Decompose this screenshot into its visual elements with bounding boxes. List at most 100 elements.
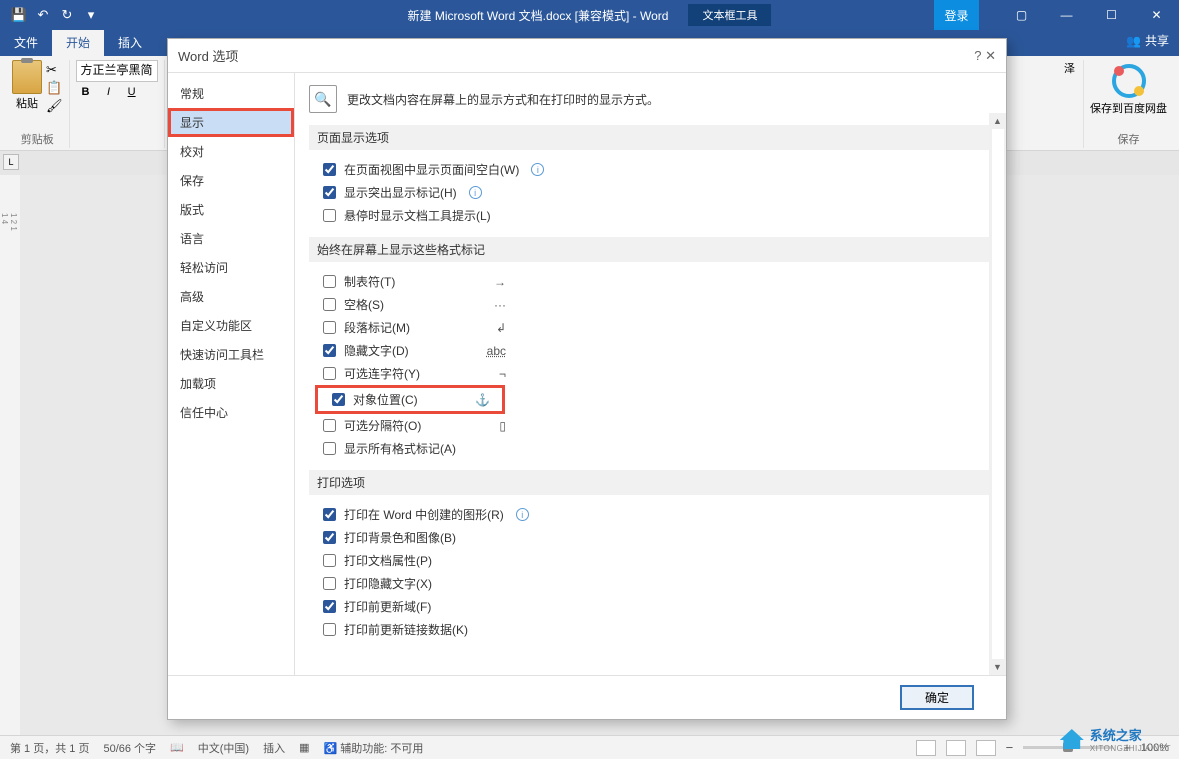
- nav-language[interactable]: 语言: [168, 224, 294, 253]
- nav-customize-ribbon[interactable]: 自定义功能区: [168, 311, 294, 340]
- zoom-value[interactable]: 100%: [1141, 742, 1169, 754]
- font-name-select[interactable]: 方正兰亭黑简: [76, 60, 158, 82]
- qat-more-icon[interactable]: ▾: [82, 6, 100, 24]
- chk-tab[interactable]: [323, 275, 336, 288]
- ribbon-display-icon[interactable]: ▢: [999, 0, 1044, 30]
- format-painter-icon[interactable]: 🖌: [46, 98, 63, 114]
- clipboard-icon: [12, 60, 42, 94]
- chk-print-bg[interactable]: [323, 531, 336, 544]
- insert-mode[interactable]: 插入: [263, 740, 285, 756]
- zoom-out-icon[interactable]: −: [1006, 740, 1014, 755]
- help-icon[interactable]: ?: [974, 48, 981, 63]
- sym-hyphen: ¬: [499, 367, 506, 381]
- scroll-down-icon[interactable]: ▼: [989, 659, 1006, 675]
- chk-print-hidden[interactable]: [323, 577, 336, 590]
- nav-addins[interactable]: 加载项: [168, 369, 294, 398]
- zoom-in-icon[interactable]: +: [1123, 740, 1131, 755]
- nav-trust[interactable]: 信任中心: [168, 398, 294, 427]
- info-icon[interactable]: i: [469, 186, 482, 199]
- chk-para[interactable]: [323, 321, 336, 334]
- chk-anchor[interactable]: [332, 393, 345, 406]
- group-label: 剪贴板: [21, 131, 54, 147]
- web-layout-icon[interactable]: [976, 740, 996, 756]
- chk-print-props[interactable]: [323, 554, 336, 567]
- nav-save[interactable]: 保存: [168, 166, 294, 195]
- dialog-titlebar: Word 选项 ? ✕: [168, 39, 1006, 73]
- dialog-close-icon[interactable]: ✕: [985, 48, 996, 63]
- chk-space[interactable]: [323, 298, 336, 311]
- chk-print-links[interactable]: [323, 623, 336, 636]
- partial-group: 泽: [1056, 60, 1084, 148]
- dropdown-partial[interactable]: 泽: [1064, 60, 1075, 76]
- zoom-slider[interactable]: [1023, 746, 1113, 749]
- maximize-icon[interactable]: ☐: [1089, 0, 1134, 30]
- anchor-icon: ⚓: [475, 393, 490, 407]
- page-indicator[interactable]: 第 1 页，共 1 页: [10, 740, 89, 756]
- sym-space: ···: [494, 298, 506, 312]
- close-icon[interactable]: ✕: [1134, 0, 1179, 30]
- scroll-thumb[interactable]: [992, 129, 1004, 659]
- chk-all[interactable]: [323, 442, 336, 455]
- contextual-tab-label[interactable]: 文本框工具: [688, 4, 771, 26]
- chk-break[interactable]: [323, 419, 336, 432]
- nav-qat[interactable]: 快速访问工具栏: [168, 340, 294, 369]
- nav-ease[interactable]: 轻松访问: [168, 253, 294, 282]
- share-button[interactable]: 👥共享: [1126, 32, 1169, 49]
- chk-hidden[interactable]: [323, 344, 336, 357]
- page-display-icon: 🔍: [309, 85, 337, 113]
- nav-layout[interactable]: 版式: [168, 195, 294, 224]
- bold-button[interactable]: B: [76, 86, 96, 98]
- sym-hidden: abc: [487, 344, 506, 358]
- scroll-up-icon[interactable]: ▲: [989, 113, 1006, 129]
- chk-print-drawings[interactable]: [323, 508, 336, 521]
- chk-hyphen[interactable]: [323, 367, 336, 380]
- tab-selector[interactable]: L: [3, 154, 19, 170]
- nav-general[interactable]: 常规: [168, 79, 294, 108]
- intro-text: 更改文档内容在屏幕上的显示方式和在打印时的显示方式。: [347, 91, 659, 108]
- save-pan-button[interactable]: 保存到百度网盘: [1090, 100, 1167, 116]
- dialog-footer: 确定: [168, 675, 1006, 719]
- save-icon[interactable]: 💾: [10, 6, 28, 24]
- chk-whitespace[interactable]: [323, 163, 336, 176]
- ok-button[interactable]: 确定: [900, 685, 974, 710]
- vertical-ruler: 1 41 2 111 2 11 4 11 6 11 8 11 0 11 2 11…: [0, 175, 20, 735]
- accessibility-status[interactable]: ♿ 辅助功能: 不可用: [324, 740, 424, 756]
- quick-access-toolbar: 💾 ↶ ↻ ▾: [0, 6, 100, 24]
- tab-insert[interactable]: 插入: [104, 29, 156, 56]
- nav-proofing[interactable]: 校对: [168, 137, 294, 166]
- undo-icon[interactable]: ↶: [34, 6, 52, 24]
- sym-para: ↲: [496, 321, 506, 335]
- paste-button[interactable]: 粘贴: [12, 60, 42, 114]
- chk-tooltips[interactable]: [323, 209, 336, 222]
- info-icon[interactable]: i: [531, 163, 544, 176]
- spellcheck-icon[interactable]: 📖: [170, 741, 184, 754]
- print-layout-icon[interactable]: [946, 740, 966, 756]
- baidu-pan-icon[interactable]: [1112, 64, 1146, 98]
- cut-icon[interactable]: ✂: [46, 62, 63, 78]
- nav-display[interactable]: 显示: [168, 108, 294, 137]
- copy-icon[interactable]: 📋: [46, 80, 63, 96]
- redo-icon[interactable]: ↻: [58, 6, 76, 24]
- sym-break: ▯: [499, 419, 506, 433]
- section-page-display: 页面显示选项: [309, 125, 992, 150]
- chk-highlighter[interactable]: [323, 186, 336, 199]
- minimize-icon[interactable]: —: [1044, 0, 1089, 30]
- section-formatting-marks: 始终在屏幕上显示这些格式标记: [309, 237, 992, 262]
- italic-button[interactable]: I: [99, 86, 119, 98]
- chk-print-fields[interactable]: [323, 600, 336, 613]
- underline-button[interactable]: U: [122, 86, 142, 98]
- options-content: 🔍 更改文档内容在屏幕上的显示方式和在打印时的显示方式。 页面显示选项 在页面视…: [295, 73, 1006, 675]
- tab-home[interactable]: 开始: [52, 29, 104, 56]
- nav-advanced[interactable]: 高级: [168, 282, 294, 311]
- login-button[interactable]: 登录: [934, 0, 979, 30]
- language-indicator[interactable]: 中文(中国): [198, 740, 249, 756]
- save-pan-group: 保存到百度网盘 保存: [1084, 60, 1173, 148]
- content-scrollbar[interactable]: ▲ ▼: [989, 113, 1006, 675]
- statusbar: 第 1 页，共 1 页 50/66 个字 📖 中文(中国) 插入 ▦ ♿ 辅助功…: [0, 735, 1179, 759]
- word-count[interactable]: 50/66 个字: [103, 740, 156, 756]
- macro-icon[interactable]: ▦: [299, 741, 309, 754]
- tab-file[interactable]: 文件: [0, 29, 52, 56]
- titlebar: 💾 ↶ ↻ ▾ 新建 Microsoft Word 文档.docx [兼容模式]…: [0, 0, 1179, 30]
- info-icon[interactable]: i: [516, 508, 529, 521]
- read-mode-icon[interactable]: [916, 740, 936, 756]
